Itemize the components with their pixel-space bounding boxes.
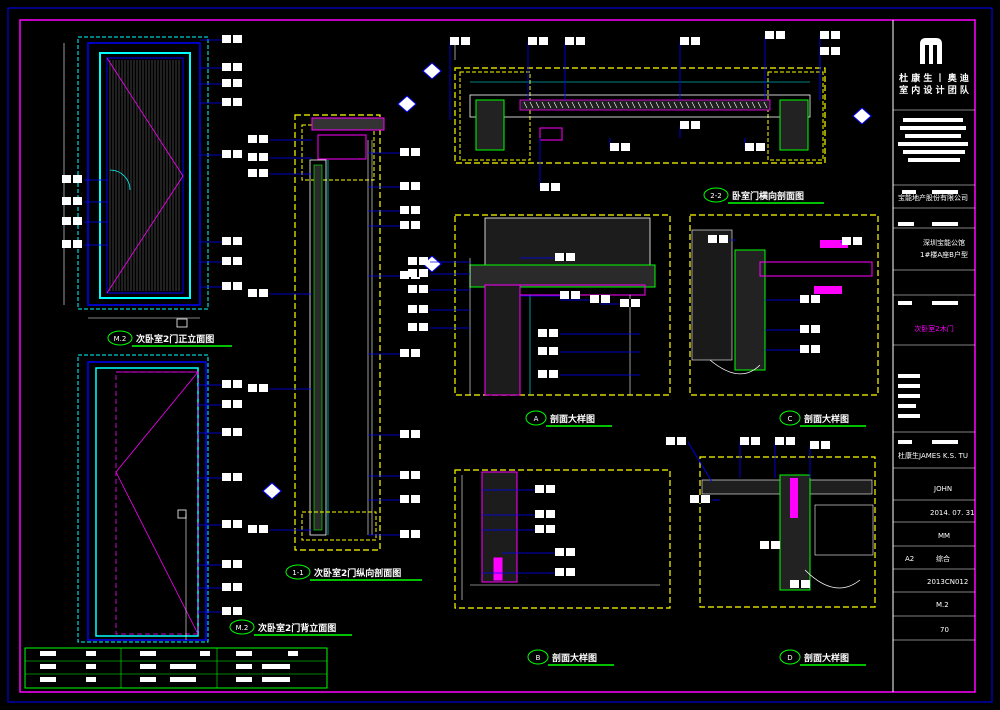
caption-title: 剖面大样图 xyxy=(550,413,595,425)
caption-title: 次卧室2门背立面图 xyxy=(258,622,336,634)
legend-entry xyxy=(86,677,96,682)
note-line xyxy=(898,222,914,226)
legend-entry xyxy=(140,651,156,656)
back-elevation-drawing xyxy=(77,354,209,643)
studio-name-line1: 杜 康 生 丨 奥 迪 xyxy=(899,72,969,84)
caption-vertical-section: 1-1 次卧室2门纵向剖面图 xyxy=(285,564,422,581)
client-name: 宝能地产股份有限公司 xyxy=(898,193,968,202)
legend-entry xyxy=(170,664,196,669)
caption-tag: 1-1 xyxy=(292,569,303,577)
drawing-date: 2014. 07. 31 xyxy=(930,509,975,517)
legend-entry xyxy=(288,651,298,656)
sheet-number: M.2 xyxy=(936,601,949,609)
callout-marker xyxy=(852,107,872,125)
vertical-section-drawing xyxy=(294,114,385,551)
callout-marker xyxy=(262,482,282,500)
caption-detail-d: D 剖面大样图 xyxy=(779,649,866,666)
note-line xyxy=(932,301,958,305)
legend-entry xyxy=(236,677,252,682)
note-line xyxy=(898,384,920,388)
legend-entry xyxy=(86,651,96,656)
drawn-by: JOHN xyxy=(933,485,952,493)
note-line xyxy=(898,394,920,398)
caption-title: 剖面大样图 xyxy=(804,413,849,425)
project-subtitle: 1#楼A座B户型 xyxy=(920,250,968,259)
legend-entries xyxy=(40,651,298,682)
detail-d-drawing xyxy=(699,456,876,608)
legend-entry xyxy=(140,664,156,669)
caption-tag: A xyxy=(534,415,539,423)
note-line xyxy=(903,150,965,154)
caption-horizontal-section: 2-2 卧室门横向剖面图 xyxy=(703,187,824,204)
caption-tag: C xyxy=(788,415,793,423)
caption-title: 剖面大样图 xyxy=(804,652,849,664)
callout-marker xyxy=(397,95,417,113)
drawing-unit: MM xyxy=(938,532,950,540)
project-name: 深圳宝能公馆 xyxy=(923,238,965,247)
note-line xyxy=(908,158,960,162)
legend-entry xyxy=(262,677,290,682)
page-number: 70 xyxy=(940,626,949,634)
caption-front-elevation: M.2 次卧室2门正立面图 xyxy=(107,330,232,347)
note-line xyxy=(932,222,958,226)
studio-monogram-icon xyxy=(920,38,942,64)
note-line xyxy=(898,414,920,418)
legend-entry xyxy=(170,677,196,682)
title-block: 杜 康 生 丨 奥 迪 室 内 设 计 团 队 宝能地产股份有限公司 深圳宝能公… xyxy=(893,38,975,641)
legend-entry xyxy=(40,677,56,682)
legend-table xyxy=(24,647,328,689)
caption-title: 剖面大样图 xyxy=(552,652,597,664)
front-elevation-drawing xyxy=(63,36,209,328)
studio-name-line2: 室 内 设 计 团 队 xyxy=(899,84,970,96)
designer-name: 杜康生JAMES K.S. TU xyxy=(898,451,968,460)
legend-entry xyxy=(86,664,96,669)
caption-title: 次卧室2门纵向剖面图 xyxy=(314,567,401,579)
drawing-category: 综合 xyxy=(936,554,950,563)
note-line xyxy=(898,440,912,444)
legend-entry xyxy=(200,651,210,656)
caption-detail-c: C 剖面大样图 xyxy=(779,410,866,427)
detail-b-drawing xyxy=(454,469,671,609)
drawing-sheet: M.2 次卧室2门正立面图 M.2 次卧室2门背立面图 1-1 次卧室2门纵向剖… xyxy=(7,7,993,703)
note-line xyxy=(903,118,963,122)
drawing-title: 次卧室2木门 xyxy=(914,324,953,333)
caption-back-elevation: M.2 次卧室2门背立面图 xyxy=(229,619,352,636)
caption-tag: 2-2 xyxy=(710,192,721,200)
note-line xyxy=(898,404,916,408)
caption-detail-b: B 剖面大样图 xyxy=(527,649,614,666)
legend-entry xyxy=(40,651,56,656)
door-panel-grooves xyxy=(109,60,180,291)
caption-tag: B xyxy=(536,654,541,662)
callout-marker xyxy=(422,62,442,80)
horizontal-section-drawing xyxy=(454,40,826,164)
note-line xyxy=(898,374,920,378)
legend-entry xyxy=(40,664,56,669)
caption-tag: M.2 xyxy=(236,624,249,632)
note-line xyxy=(898,301,912,305)
legend-entry xyxy=(236,664,252,669)
note-line xyxy=(932,440,958,444)
caption-detail-a: A 剖面大样图 xyxy=(525,410,612,427)
legend-entry xyxy=(140,677,156,682)
legend-entry xyxy=(236,651,252,656)
studio-notes-bars xyxy=(898,118,968,444)
note-line xyxy=(900,126,966,130)
legend-entry xyxy=(262,664,290,669)
drawing-size: A2 xyxy=(905,555,914,563)
caption-tag: D xyxy=(787,654,792,662)
caption-title: 卧室门横向剖面图 xyxy=(732,190,804,202)
caption-title: 次卧室2门正立面图 xyxy=(136,333,214,345)
note-line xyxy=(898,142,968,146)
caption-tag: M.2 xyxy=(114,335,127,343)
note-line xyxy=(905,134,961,138)
project-number: 2013CN012 xyxy=(927,578,968,586)
